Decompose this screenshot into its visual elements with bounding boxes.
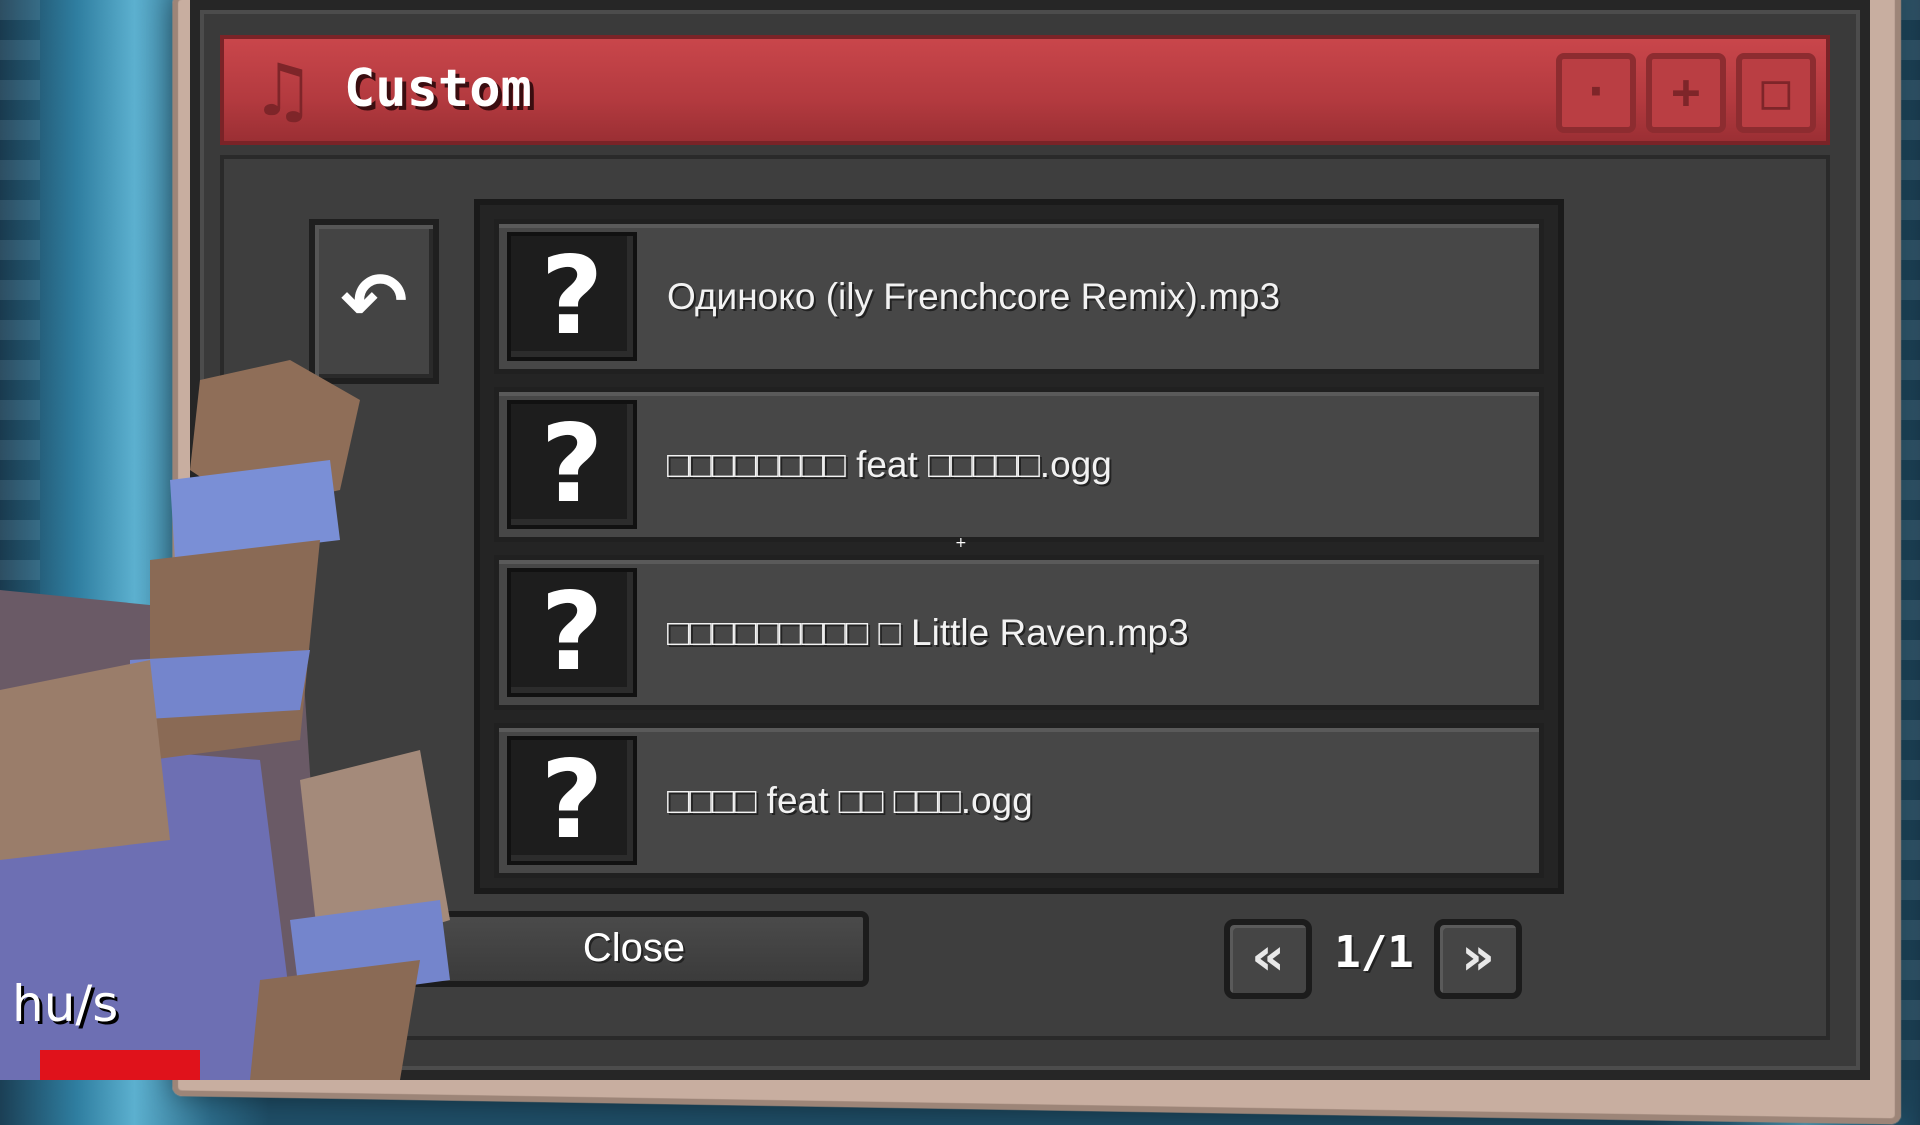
track-item[interactable]: ? Одиноко (ily Frenchcore Remix).mp3 [494, 219, 1544, 374]
track-item[interactable]: ? □□□□□□□□□ □ Little Raven.mp3 [494, 555, 1544, 710]
track-name: □□□□□□□□ feat □□□□□.ogg [667, 443, 1112, 485]
player-robot-hand [0, 360, 450, 1080]
minimize-button[interactable]: · [1556, 53, 1636, 133]
unknown-cover-icon: ? [507, 400, 637, 529]
track-item[interactable]: ? □□□□ feat □□ □□□.ogg [494, 723, 1544, 878]
unknown-cover-icon: ? [507, 736, 637, 865]
undo-arrow-icon: ↶ [340, 254, 408, 348]
track-name: Одиноко (ily Frenchcore Remix).mp3 [667, 275, 1281, 317]
title-bar[interactable]: ♫ Custom · + □ [220, 35, 1830, 145]
add-button[interactable]: + [1646, 53, 1726, 133]
page-indicator: 1/1 [1334, 927, 1414, 978]
music-note-icon: ♫ [250, 48, 316, 132]
track-list: ? Одиноко (ily Frenchcore Remix).mp3 ? □… [474, 199, 1564, 894]
unknown-cover-icon: ? [507, 232, 637, 361]
unknown-cover-icon: ? [507, 568, 637, 697]
previous-page-button[interactable]: « [1224, 919, 1312, 999]
maximize-button[interactable]: □ [1736, 53, 1816, 133]
track-name: □□□□ feat □□ □□□.ogg [667, 779, 1033, 821]
track-name: □□□□□□□□□ □ Little Raven.mp3 [667, 611, 1189, 653]
double-chevron-right-icon: » [1461, 927, 1495, 987]
crosshair: + [955, 535, 967, 551]
double-chevron-left-icon: « [1251, 927, 1285, 987]
speed-unit-label: hu/s [12, 975, 119, 1033]
health-bar [40, 1050, 200, 1080]
next-page-button[interactable]: » [1434, 919, 1522, 999]
track-item[interactable]: ? □□□□□□□□ feat □□□□□.ogg [494, 387, 1544, 542]
window-title: Custom [344, 59, 532, 119]
